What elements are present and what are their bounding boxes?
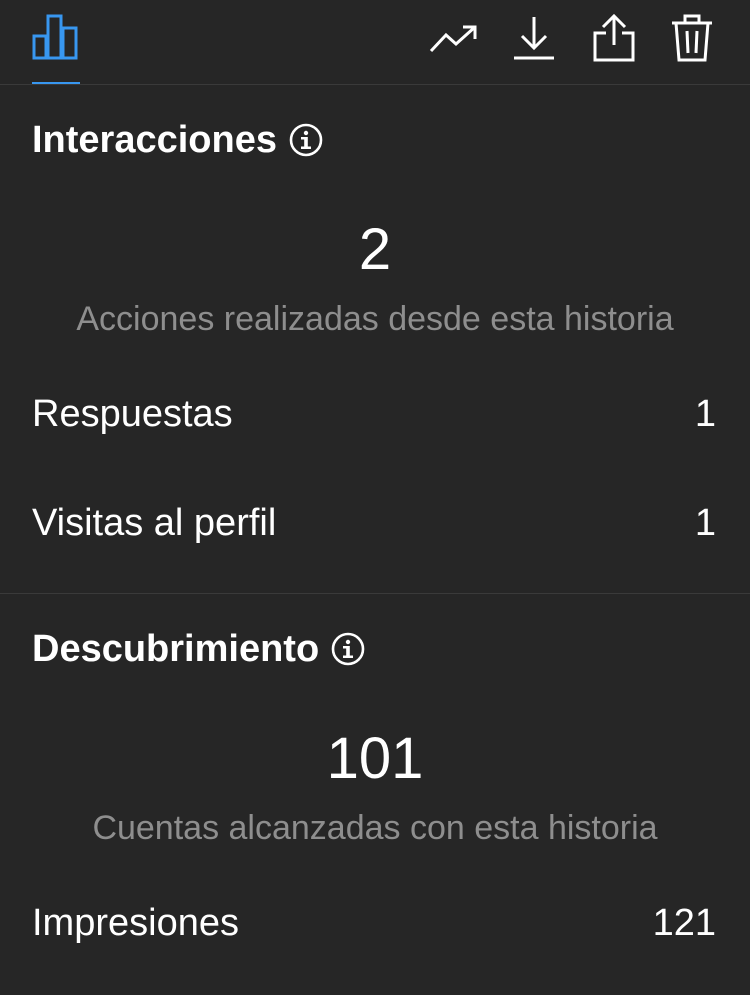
trending-up-icon	[429, 25, 477, 53]
list-item: Respuestas 1	[32, 393, 716, 436]
discovery-subtitle: Cuentas alcanzadas con esta historia	[92, 809, 658, 847]
list-item: Impresiones 121	[32, 902, 716, 945]
toolbar	[0, 0, 750, 85]
row-label: Visitas al perfil	[32, 502, 277, 544]
discovery-total: 101	[326, 726, 424, 791]
share-button[interactable]	[588, 10, 640, 66]
tab-insights[interactable]	[32, 10, 80, 84]
interactions-subtitle: Acciones realizadas desde esta historia	[76, 300, 674, 338]
row-value: 121	[652, 902, 716, 944]
interactions-title-text: Interacciones	[32, 118, 277, 161]
trending-up-button[interactable]	[428, 10, 480, 66]
row-label: Impresiones	[32, 902, 239, 944]
section-divider	[0, 593, 750, 594]
trash-icon	[672, 14, 712, 62]
download-button[interactable]	[508, 10, 560, 66]
download-icon	[514, 17, 554, 60]
interactions-section-title: Interacciones	[32, 116, 323, 164]
discovery-title-text: Descubrimiento	[32, 627, 320, 670]
info-icon[interactable]	[331, 632, 365, 666]
discovery-section-title: Descubrimiento	[32, 625, 365, 673]
row-value: 1	[694, 393, 716, 435]
row-label: Respuestas	[32, 393, 233, 435]
info-icon[interactable]	[289, 123, 323, 157]
bar-chart-icon	[32, 14, 78, 60]
delete-button[interactable]	[666, 10, 718, 66]
active-tab-indicator	[32, 82, 80, 84]
row-value: 1	[694, 502, 716, 544]
interactions-total: 2	[358, 217, 392, 282]
share-icon	[593, 13, 635, 62]
list-item: Visitas al perfil 1	[32, 502, 716, 545]
